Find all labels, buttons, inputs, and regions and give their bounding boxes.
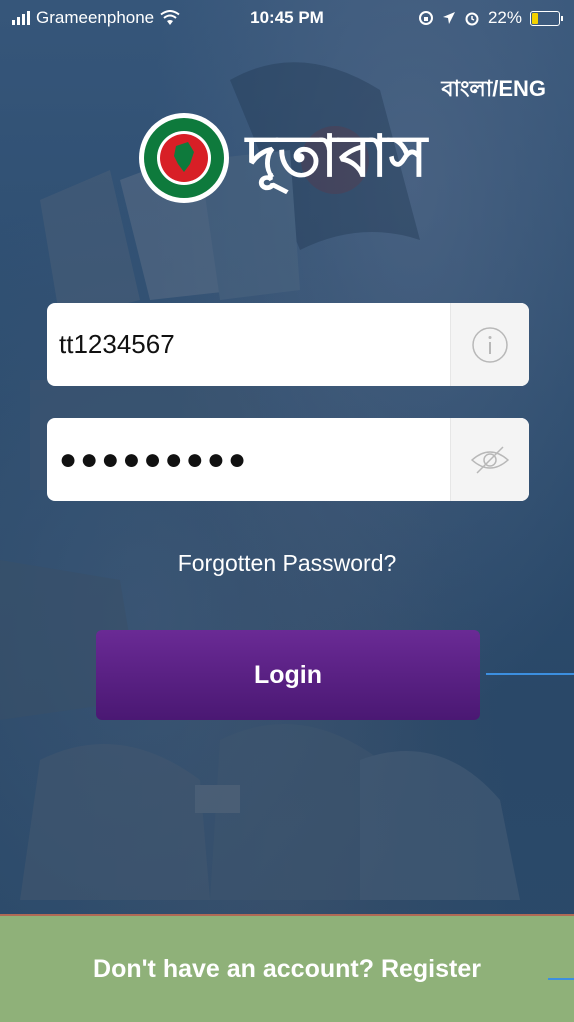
password-field[interactable]: ●●●●●●●●●	[47, 418, 529, 501]
eye-slash-icon[interactable]	[469, 444, 511, 476]
register-bar[interactable]: Don't have an account? Register	[0, 914, 574, 1022]
location-icon	[442, 12, 455, 24]
decorative-line	[486, 673, 574, 675]
app-title: দূতাবাস	[246, 122, 429, 190]
language-toggle[interactable]: বাংলা/ENG	[441, 72, 546, 109]
password-visibility-toggle[interactable]	[450, 418, 529, 501]
register-label[interactable]: Don't have an account? Register	[93, 955, 481, 984]
login-button[interactable]: Login	[96, 630, 480, 720]
info-icon[interactable]	[470, 325, 510, 365]
password-input[interactable]: ●●●●●●●●●	[47, 443, 450, 477]
username-input[interactable]	[47, 303, 450, 386]
username-field[interactable]	[47, 303, 529, 386]
battery-percent: 22%	[487, 8, 522, 27]
government-seal-logo	[138, 112, 230, 204]
decorative-line-2	[548, 978, 574, 980]
username-info-button[interactable]	[450, 303, 529, 386]
battery-icon	[530, 10, 563, 26]
forgot-password-link[interactable]: Forgotten Password?	[0, 550, 574, 577]
alarm-icon	[465, 12, 479, 26]
rotation-lock-icon	[418, 11, 433, 25]
status-right: 22%	[418, 8, 563, 28]
status-bar: Grameenphone 10:45 PM 22%	[0, 0, 574, 36]
